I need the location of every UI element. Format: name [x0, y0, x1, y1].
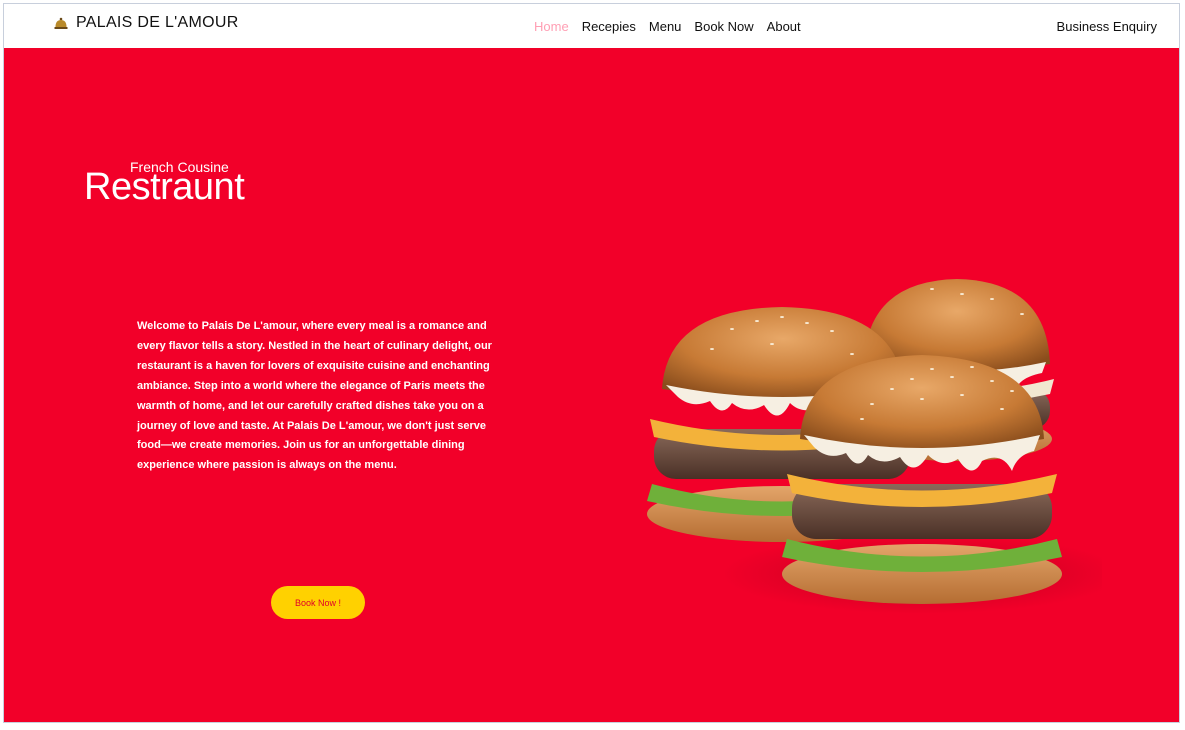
burger-front: [782, 355, 1062, 604]
hero-description: Welcome to Palais De L'amour, where ever…: [137, 320, 492, 472]
business-enquiry-link[interactable]: Business Enquiry: [1057, 19, 1157, 34]
nav-link-home[interactable]: Home: [534, 19, 569, 34]
book-now-button[interactable]: Book Now !: [271, 586, 365, 619]
navbar: PALAIS DE L'AMOUR Home Recepies Menu Boo…: [4, 4, 1179, 48]
nav-link-book-now[interactable]: Book Now: [694, 19, 753, 34]
nav-link-recepies[interactable]: Recepies: [582, 19, 636, 34]
brand[interactable]: PALAIS DE L'AMOUR: [54, 14, 239, 32]
brand-name: PALAIS DE L'AMOUR: [76, 14, 239, 31]
cloche-icon: [54, 17, 68, 29]
nav-link-about[interactable]: About: [767, 19, 801, 34]
nav-link-menu[interactable]: Menu: [649, 19, 682, 34]
burgers-image: [647, 279, 1102, 614]
page-frame: PALAIS DE L'AMOUR Home Recepies Menu Boo…: [3, 3, 1180, 723]
hero-title: Restraunt: [84, 166, 245, 208]
nav-links: Home Recepies Menu Book Now About: [534, 19, 801, 34]
